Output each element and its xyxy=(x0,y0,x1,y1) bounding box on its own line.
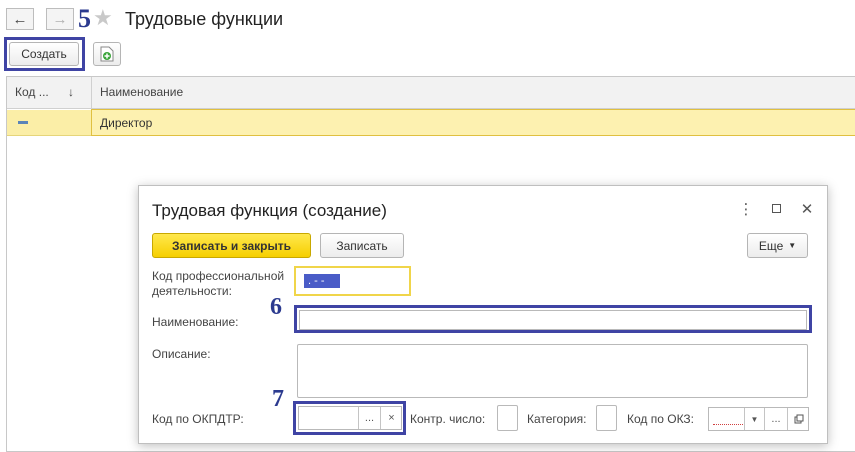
row-name: Директор xyxy=(100,116,153,130)
arrow-left-icon: ← xyxy=(12,10,28,28)
sort-down-icon: ↓ xyxy=(68,85,74,99)
column-divider xyxy=(91,77,92,108)
okz-dropdown-icon[interactable]: ▼ xyxy=(744,408,764,430)
column-header-name[interactable]: Наименование xyxy=(100,77,183,108)
description-label: Описание: xyxy=(152,347,211,361)
highlight-frame-okpdtr xyxy=(293,401,406,435)
add-document-icon xyxy=(100,46,114,62)
element-icon xyxy=(18,121,28,124)
save-button[interactable]: Записать xyxy=(320,233,404,258)
okz-field[interactable]: ▼ ... xyxy=(708,407,809,431)
okpdtr-label: Код по ОКПДТР: xyxy=(152,412,244,426)
description-textarea[interactable] xyxy=(297,344,808,398)
annotation-marker-5: 5 xyxy=(78,4,91,33)
annotation-marker-6: 6 xyxy=(270,294,282,320)
check-number-input[interactable] xyxy=(497,405,518,431)
selected-cell[interactable]: Директор xyxy=(91,109,855,136)
name-label: Наименование: xyxy=(152,315,239,329)
table-header: Код ... ↓ Наименование xyxy=(7,77,855,109)
prof-code-value: . - - xyxy=(304,274,340,288)
dialog-title: Трудовая функция (создание) xyxy=(152,201,387,220)
required-underline xyxy=(713,424,743,425)
highlight-frame-create xyxy=(4,37,85,71)
maximize-icon[interactable] xyxy=(768,200,784,217)
okz-select-button[interactable]: ... xyxy=(764,408,787,430)
highlight-frame-name xyxy=(294,305,812,333)
forward-button[interactable]: → xyxy=(46,8,74,30)
more-vertical-icon[interactable]: ⋮ xyxy=(738,200,754,218)
open-icon[interactable] xyxy=(787,408,809,430)
chevron-down-icon: ▼ xyxy=(788,241,797,250)
open-window-icon xyxy=(794,414,803,424)
category-input[interactable] xyxy=(596,405,617,431)
check-number-label: Контр. число: xyxy=(410,412,486,426)
more-button[interactable]: Еще ▼ xyxy=(747,233,808,258)
more-label: Еще xyxy=(758,238,784,253)
prof-code-field[interactable]: . - - xyxy=(294,266,411,296)
annotation-marker-7: 7 xyxy=(272,386,284,412)
create-group-button[interactable] xyxy=(93,42,121,66)
save-and-close-button[interactable]: Записать и закрыть xyxy=(152,233,311,258)
creation-dialog: Трудовая функция (создание) ⋮ ✕ Записать… xyxy=(138,185,828,444)
close-icon[interactable]: ✕ xyxy=(799,200,815,218)
category-label: Категория: xyxy=(527,412,587,426)
page-title: Трудовые функции xyxy=(125,9,284,29)
table-row[interactable]: Директор xyxy=(7,109,855,136)
okz-label: Код по ОКЗ: xyxy=(627,412,695,426)
column-header-code[interactable]: Код ... xyxy=(15,77,49,108)
arrow-right-icon: → xyxy=(52,10,68,28)
favorite-star-icon[interactable]: ★ xyxy=(93,5,113,31)
back-button[interactable]: ← xyxy=(6,8,34,30)
